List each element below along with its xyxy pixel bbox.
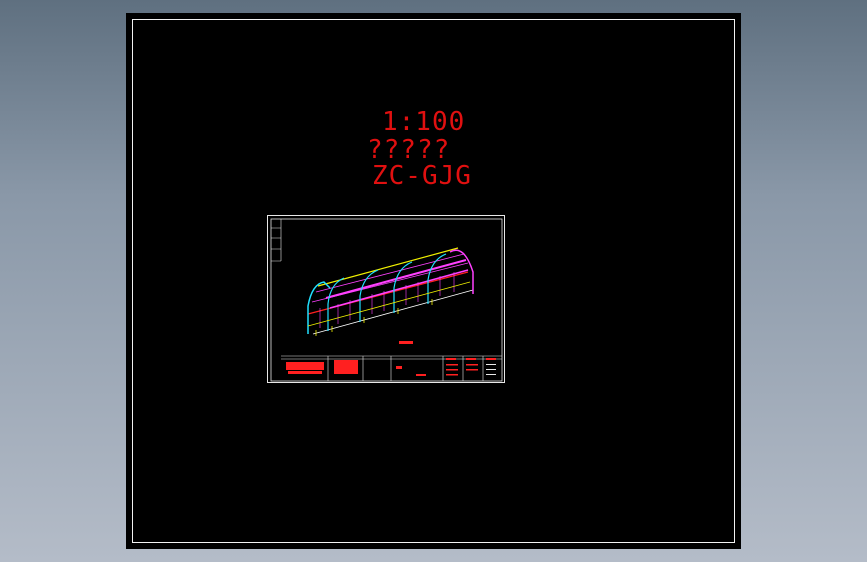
greenhouse-frame <box>307 247 474 336</box>
sheet-svg <box>270 218 503 382</box>
cad-model-space[interactable]: 1:100 ????? ZC-GJG <box>126 13 741 549</box>
model-caption <box>399 341 413 344</box>
project-block <box>334 360 358 374</box>
sheet-inner-border <box>270 218 503 382</box>
title-label: ????? <box>367 135 451 165</box>
logo-block <box>286 362 324 370</box>
scale-label: 1:100 <box>382 107 466 137</box>
sheet-thumbnail[interactable] <box>267 215 505 383</box>
drawing-code-label: ZC-GJG <box>372 161 472 191</box>
